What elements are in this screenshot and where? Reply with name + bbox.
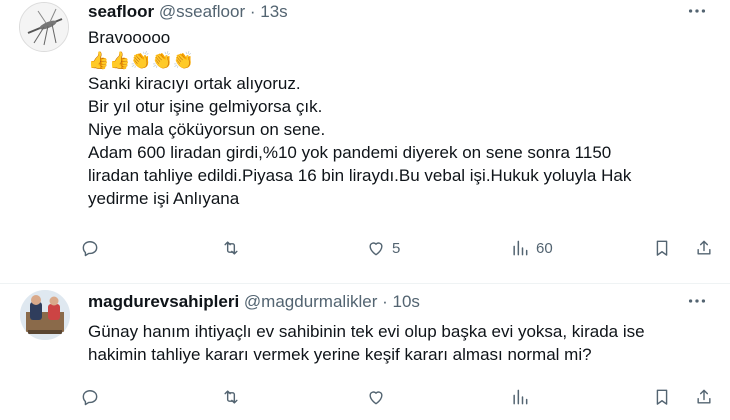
timestamp[interactable]: 10s (393, 292, 420, 311)
retweet-icon (224, 390, 238, 404)
tweet-line: Günay hanım ihtiyaçlı ev sahibinin tek e… (88, 322, 645, 341)
like-button[interactable]: 5 (366, 238, 400, 258)
tweet-line: Sanki kiracıyı ortak alıyoruz. (88, 74, 301, 93)
tweet-line: Bravooooo (88, 28, 171, 47)
tweet-actions: 5 60 (80, 238, 720, 264)
tweet-actions (80, 387, 720, 413)
bookmark-button[interactable] (652, 387, 672, 407)
view-count: 60 (536, 239, 553, 257)
like-count: 5 (392, 239, 401, 257)
more-horizontal-icon (688, 9, 706, 13)
tweet-line: liradan tahliye edildi.Piyasa 16 bin lir… (88, 166, 632, 185)
bookmark-button[interactable] (652, 238, 672, 258)
tweet-text: Bravooooo 👍👍👏👏👏 Sanki kiracıyı ortak alı… (88, 26, 708, 210)
tweet-line: Adam 600 liradan girdi,%10 yok pandemi d… (88, 143, 612, 162)
tweet-header: magdurevsahipleri @magdurmalikler · 10s (88, 292, 420, 312)
more-icon[interactable] (686, 0, 708, 27)
views-button[interactable]: 60 (510, 238, 553, 258)
analytics-icon (513, 240, 528, 256)
separator-dot: · (249, 2, 256, 21)
mosquito-avatar-icon (20, 3, 68, 51)
analytics-icon (513, 389, 528, 405)
timestamp[interactable]: 13s (260, 2, 287, 21)
avatar[interactable] (20, 290, 70, 340)
tweet-header: seafloor @sseafloor · 13s (88, 2, 288, 22)
tweet-line: Bir yıl otur işine gelmiyorsa çık. (88, 97, 323, 116)
bookmark-icon (656, 389, 668, 405)
reply-icon (82, 390, 98, 406)
tweet-magdurevsahipleri[interactable]: magdurevsahipleri @magdurmalikler · 10s … (0, 284, 730, 420)
reply-icon (82, 241, 98, 257)
retweet-button[interactable] (221, 387, 241, 407)
share-icon (697, 389, 711, 404)
share-icon (697, 240, 711, 255)
display-name[interactable]: seafloor (88, 2, 154, 21)
heart-icon (369, 391, 383, 405)
emoji-line: 👍👍👏👏👏 (88, 51, 194, 70)
heart-icon (369, 242, 383, 256)
tweet-seafloor[interactable]: seafloor @sseafloor · 13s Bravooooo 👍👍👏👏… (0, 0, 730, 284)
court-avatar-icon (20, 290, 70, 340)
bookmark-icon (656, 240, 668, 256)
share-button[interactable] (694, 238, 714, 258)
more-icon[interactable] (686, 290, 708, 317)
share-button[interactable] (694, 387, 714, 407)
views-button[interactable] (510, 387, 536, 407)
tweet-line: Niye mala çöküyorsun on sene. (88, 120, 326, 139)
reply-button[interactable] (80, 387, 100, 407)
avatar[interactable] (19, 2, 69, 52)
display-name[interactable]: magdurevsahipleri (88, 292, 239, 311)
user-handle[interactable]: @magdurmalikler (244, 292, 377, 311)
retweet-icon (224, 241, 238, 255)
tweet-line: yedirme işi Anlıyana (88, 189, 240, 208)
retweet-button[interactable] (221, 238, 241, 258)
tweet-line: hakimin tahliye kararı vermek yerine keş… (88, 345, 592, 364)
like-button[interactable] (366, 387, 392, 407)
tweet-text: Günay hanım ihtiyaçlı ev sahibinin tek e… (88, 320, 708, 366)
more-horizontal-icon (688, 299, 706, 303)
user-handle[interactable]: @sseafloor (159, 2, 245, 21)
separator-dot: · (382, 292, 388, 311)
reply-button[interactable] (80, 238, 100, 258)
